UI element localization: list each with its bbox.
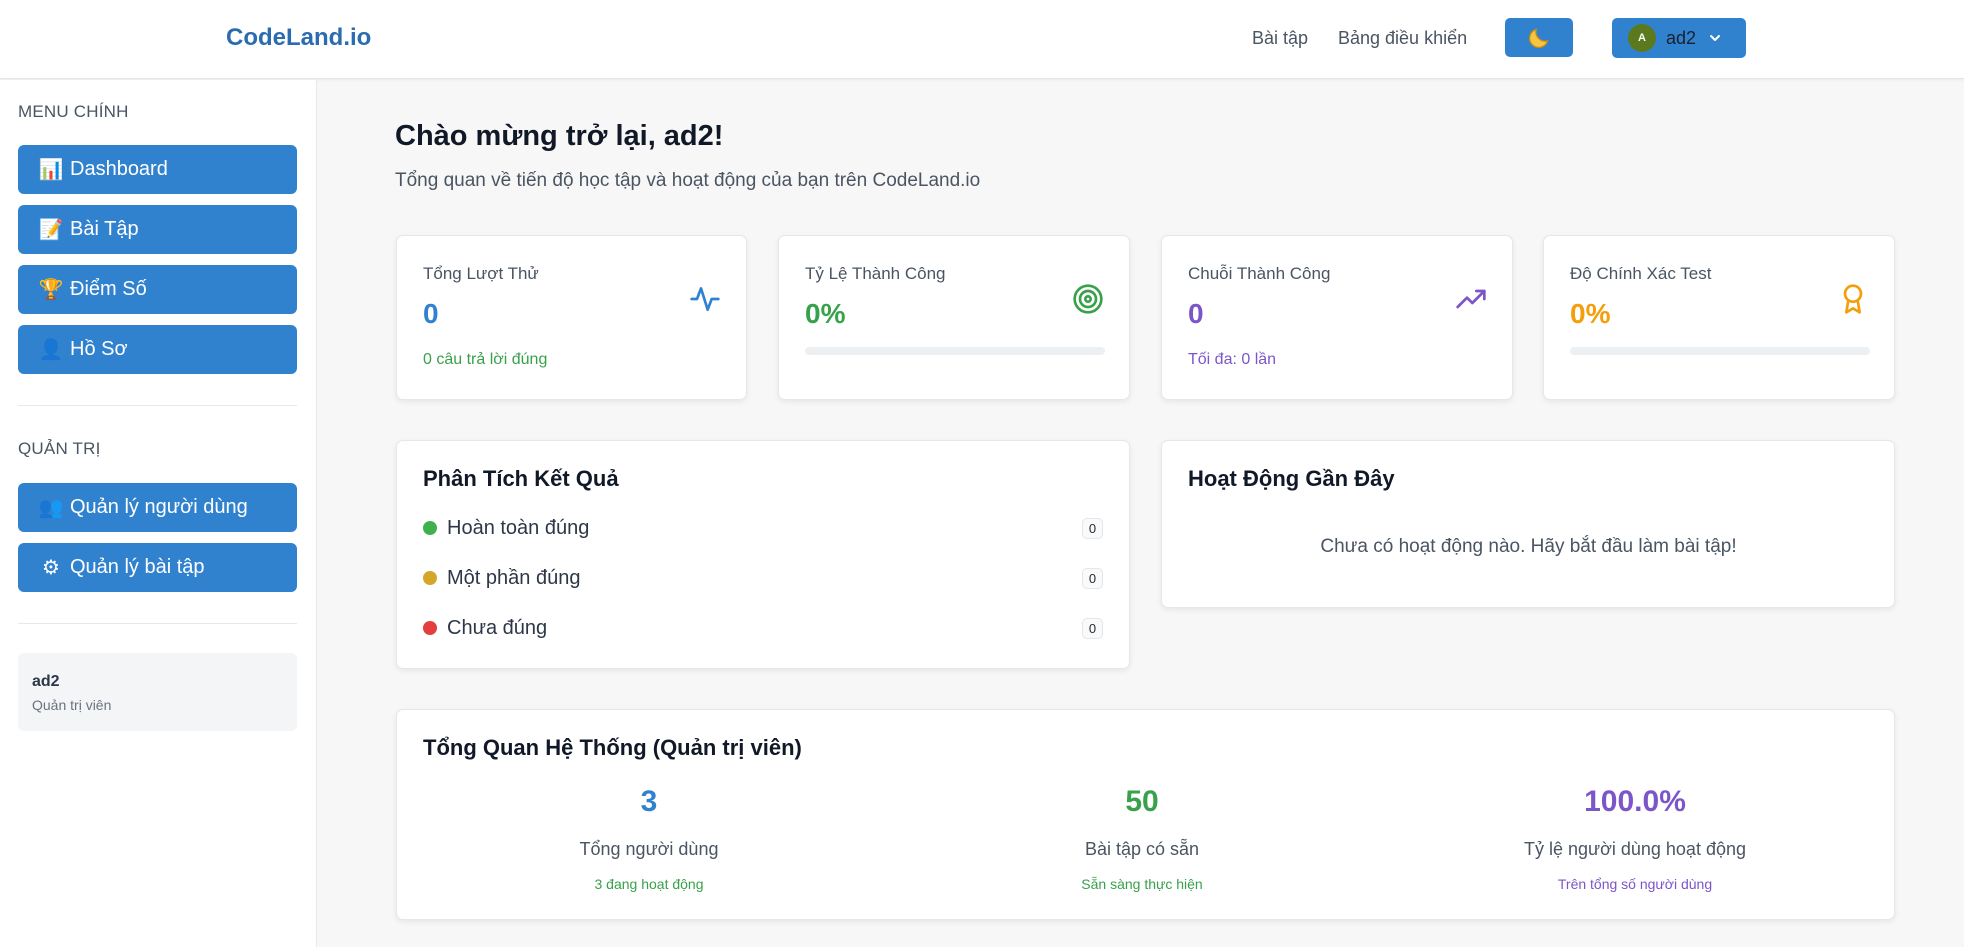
test-accuracy-progress-bar (1570, 347, 1870, 355)
stat-card-success-rate: Tỷ Lệ Thành Công 0% (778, 235, 1130, 400)
system-stat-label: Bài tập có sẵn (1084, 839, 1200, 859)
result-label: Một phần đúng (447, 566, 581, 589)
user-card-role: Quản trị viên (32, 697, 112, 713)
system-stat-subtext: Sẵn sàng thực hiện (1081, 876, 1203, 892)
stat-card-attempts: Tổng Lượt Thử 0 0 câu trả lời đúng (396, 235, 747, 400)
nav-link-exercises[interactable]: Bài tập (1252, 28, 1308, 49)
sidebar-item-label: Dashboard (70, 158, 168, 180)
system-stat-value: 100.0% (1584, 785, 1686, 818)
system-stat-value: 50 (1125, 785, 1159, 818)
sidebar-item-label: Quản lý người dùng (70, 496, 248, 518)
stat-value: 0% (805, 298, 846, 329)
stat-subtext: Tối đa: 0 lần (1188, 351, 1277, 368)
gear-icon: ⚙ (42, 557, 60, 579)
person-icon: 👤 (38, 339, 64, 361)
system-stat-label: Tỷ lệ người dùng hoạt động (1523, 839, 1746, 859)
stat-subtext: 0 câu trả lời đúng (423, 351, 548, 368)
sidebar-item-label: Bài Tập (70, 218, 139, 240)
result-row-wrong: Chưa đúng 0 (423, 613, 1103, 643)
sidebar-user-card: ad2 Quản trị viên (18, 653, 297, 731)
empty-state-message: Chưa có hoạt động nào. Hãy bắt đầu làm b… (1320, 536, 1737, 557)
chart-icon: 📊 (38, 159, 64, 181)
result-row-partial: Một phần đúng 0 (423, 563, 1103, 593)
top-navbar: CodeLand.io Bài tập Bảng điều khiển A ad… (0, 0, 1964, 79)
target-icon (1073, 284, 1103, 314)
sidebar-item-exercises[interactable]: 📝 Bài Tập (18, 205, 297, 254)
stat-label: Tổng Lượt Thử (423, 264, 539, 283)
system-stat-subtext: 3 đang hoạt động (594, 876, 704, 892)
stat-label: Chuỗi Thành Công (1188, 264, 1331, 283)
chevron-down-icon (1710, 35, 1721, 41)
results-analysis-card: Phân Tích Kết Quả Hoàn toàn đúng 0 Một p… (396, 440, 1130, 669)
people-icon: 👥 (38, 497, 64, 519)
user-card-name: ad2 (32, 673, 60, 690)
moon-icon (1528, 27, 1549, 48)
status-dot (423, 521, 437, 535)
stat-value: 0 (1188, 298, 1204, 329)
user-name: ad2 (1666, 27, 1697, 48)
stat-label: Tỷ Lệ Thành Công (805, 264, 946, 283)
user-menu-button[interactable]: A ad2 (1612, 18, 1746, 58)
sidebar-item-exercise-management[interactable]: ⚙ Quản lý bài tập (18, 543, 297, 592)
result-label: Chưa đúng (447, 616, 548, 639)
award-icon (1843, 284, 1863, 314)
sidebar: MENU CHÍNH 📊 Dashboard 📝 Bài Tập 🏆 Điểm … (0, 80, 317, 947)
sidebar-item-profile[interactable]: 👤 Hồ Sơ (18, 325, 297, 374)
system-stat-total-users: 3 Tổng người dùng 3 đang hoạt động (414, 785, 884, 892)
memo-icon: 📝 (38, 219, 64, 241)
result-count-badge: 0 (1082, 568, 1103, 589)
system-stat-exercises: 50 Bài tập có sẵn Sẵn sàng thực hiện (907, 785, 1377, 892)
result-count-badge: 0 (1082, 618, 1103, 639)
result-row-correct: Hoàn toàn đúng 0 (423, 513, 1103, 543)
sidebar-item-user-management[interactable]: 👥 Quản lý người dùng (18, 483, 297, 532)
page-title: Chào mừng trở lại, ad2! (395, 120, 724, 152)
stat-card-test-accuracy: Độ Chính Xác Test 0% (1543, 235, 1895, 400)
trophy-icon: 🏆 (38, 279, 64, 301)
system-stat-active-rate: 100.0% Tỷ lệ người dùng hoạt động Trên t… (1400, 785, 1870, 892)
sidebar-item-label: Quản lý bài tập (70, 556, 205, 578)
stat-card-streak: Chuỗi Thành Công 0 Tối đa: 0 lần (1161, 235, 1513, 400)
trending-up-icon (1456, 289, 1486, 309)
sidebar-item-label: Hồ Sơ (70, 338, 128, 360)
system-stat-subtext: Trên tổng số người dùng (1557, 876, 1713, 892)
result-count-badge: 0 (1082, 518, 1103, 539)
status-dot (423, 621, 437, 635)
sidebar-item-dashboard[interactable]: 📊 Dashboard (18, 145, 297, 194)
divider (18, 405, 297, 406)
page-subtitle: Tổng quan về tiến độ học tập và hoạt độn… (395, 170, 981, 191)
brand-logo[interactable]: CodeLand.io (226, 24, 371, 52)
stat-value: 0% (1570, 298, 1611, 329)
activity-icon (690, 287, 720, 311)
stat-label: Độ Chính Xác Test (1570, 264, 1712, 283)
nav-link-dashboard[interactable]: Bảng điều khiển (1338, 28, 1467, 49)
section-label-admin: QUẢN TRỊ (18, 439, 101, 458)
system-overview-card: Tổng Quan Hệ Thống (Quản trị viên) 3 Tổn… (396, 709, 1895, 920)
sidebar-item-scores[interactable]: 🏆 Điểm Số (18, 265, 297, 314)
theme-toggle-button[interactable] (1505, 18, 1573, 57)
card-title: Tổng Quan Hệ Thống (Quản trị viên) (423, 735, 802, 760)
status-dot (423, 571, 437, 585)
card-title: Phân Tích Kết Quả (423, 466, 619, 491)
system-stat-label: Tổng người dùng (579, 839, 719, 859)
divider (18, 623, 297, 624)
stat-value: 0 (423, 298, 439, 329)
card-title: Hoạt Động Gần Đây (1188, 466, 1395, 491)
success-rate-progress-bar (805, 347, 1105, 355)
recent-activity-card: Hoạt Động Gần Đây Chưa có hoạt động nào.… (1161, 440, 1895, 608)
sidebar-item-label: Điểm Số (70, 278, 147, 300)
section-label-main: MENU CHÍNH (18, 102, 129, 121)
result-label: Hoàn toàn đúng (447, 516, 590, 539)
system-stat-value: 3 (640, 785, 658, 818)
avatar: A (1628, 24, 1656, 52)
